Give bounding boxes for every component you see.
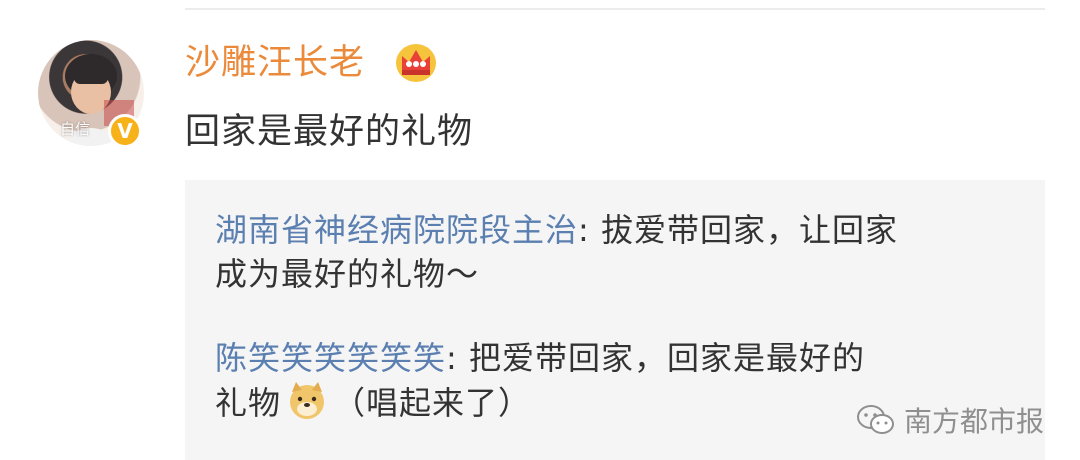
comment-separator: : (578, 211, 601, 249)
comment-text: 礼物 (215, 384, 282, 422)
wechat-icon (856, 405, 894, 434)
doge-icon (290, 382, 325, 419)
top-divider (185, 8, 1045, 10)
comment-text: 成为最好的礼物～ (215, 255, 480, 293)
comment-separator: : (446, 339, 469, 377)
crown-icon (396, 44, 436, 82)
verified-badge: V (108, 114, 142, 148)
username[interactable]: 沙雕汪长老 (185, 38, 365, 88)
comment-text: 拔爱带回家，让回家 (600, 211, 898, 249)
watermark-text: 南方都市报 (903, 405, 1044, 438)
comment-author[interactable]: 陈笑笑笑笑笑笑 (215, 339, 446, 377)
comment-text: （唱起来了） (333, 384, 532, 422)
comment-item: 湖南省神经病院院段主治: 拔爱带回家，让回家 成为最好的礼物～ (215, 208, 1015, 296)
avatar-caption: 自信 (60, 120, 91, 138)
watermark: 南方都市报 (856, 400, 1044, 440)
comment-author[interactable]: 湖南省神经病院院段主治 (215, 211, 578, 249)
post-content: 回家是最好的礼物 (185, 112, 474, 152)
comment-text: 把爱带回家，回家是最好的 (468, 339, 865, 377)
